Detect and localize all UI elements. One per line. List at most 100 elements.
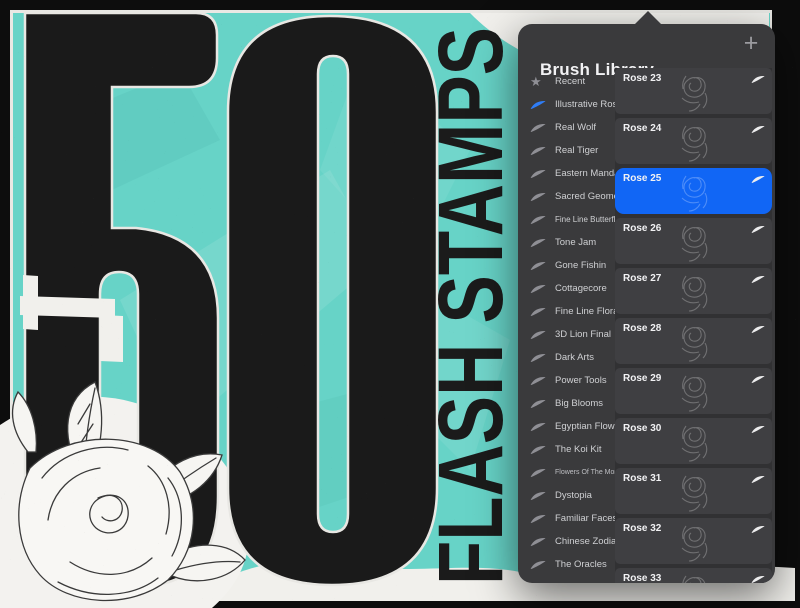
brush-stroke-icon <box>751 525 765 534</box>
brush-stroke-icon <box>530 491 546 501</box>
brush-set-label: Real Tiger <box>555 145 598 156</box>
brush-label: Rose 30 <box>623 423 661 434</box>
brush-label: Rose 32 <box>623 523 661 534</box>
brush-stroke-icon <box>530 169 546 179</box>
brush-item-rose-27[interactable]: Rose 27 <box>615 268 772 314</box>
brush-stroke-icon <box>751 475 765 484</box>
brush-stroke-icon <box>530 560 546 570</box>
brush-set-label: Big Blooms <box>555 398 603 409</box>
brush-stroke-icon <box>530 330 546 340</box>
brush-stroke-icon <box>751 225 765 234</box>
brush-stroke-icon <box>530 146 546 156</box>
brush-label: Rose 31 <box>623 473 661 484</box>
brush-label: Rose 27 <box>623 273 661 284</box>
brush-stroke-icon <box>751 575 765 583</box>
brush-set-label: The Oracles <box>555 559 607 570</box>
brush-set-item-fine-line-butterflies[interactable]: Fine Line Butterflies <box>518 208 616 231</box>
brush-stroke-icon <box>530 307 546 317</box>
brush-item-rose-24[interactable]: Rose 24 <box>615 118 772 164</box>
rose-thumbnail <box>671 569 717 583</box>
brush-set-item-illustrative-roses[interactable]: Illustrative Roses <box>518 93 616 116</box>
brush-set-label: The Koi Kit <box>555 444 601 455</box>
brush-item-rose-25[interactable]: Rose 25 <box>615 168 772 214</box>
brush-item-rose-33[interactable]: Rose 33 <box>615 568 772 583</box>
brush-set-label: Gone Fishin <box>555 260 606 271</box>
brush-set-label: Tone Jam <box>555 237 596 248</box>
brush-stroke-icon <box>751 275 765 284</box>
rose-thumbnail <box>671 69 717 113</box>
brush-set-item-eastern-mandalas[interactable]: Eastern Mandalas <box>518 162 616 185</box>
brush-item-rose-30[interactable]: Rose 30 <box>615 418 772 464</box>
brush-set-label: Familiar Faces <box>555 513 617 524</box>
brush-set-item-the-koi-kit[interactable]: The Koi Kit <box>518 438 616 461</box>
brush-set-item-dark-arts[interactable]: Dark Arts <box>518 346 616 369</box>
brush-stroke-icon <box>530 583 546 584</box>
brush-set-item-3d-lion-final[interactable]: 3D Lion Final <box>518 323 616 346</box>
brush-set-list: ★RecentIllustrative Roses Real Wolf Real T… <box>518 70 616 583</box>
brush-stroke-icon <box>530 422 546 432</box>
brush-set-label: 3D Lion Final <box>555 329 611 340</box>
brush-stroke-icon <box>530 215 546 225</box>
add-brush-button[interactable]: + <box>738 31 764 57</box>
brush-label: Rose 29 <box>623 373 661 384</box>
rose-thumbnail <box>671 369 717 413</box>
brush-set-item-the-oracles[interactable]: The Oracles <box>518 553 616 576</box>
brush-set-item-big-blooms[interactable]: Big Blooms <box>518 392 616 415</box>
brush-stroke-icon <box>530 238 546 248</box>
brush-item-rose-23[interactable]: Rose 23 <box>615 68 772 114</box>
brush-stroke-icon <box>751 125 765 134</box>
rose-thumbnail <box>671 119 717 163</box>
brush-set-item-real-wolf[interactable]: Real Wolf <box>518 116 616 139</box>
brush-set-item-tone-jam[interactable]: Tone Jam <box>518 231 616 254</box>
brush-stroke-icon <box>530 376 546 386</box>
brush-label: Rose 24 <box>623 123 661 134</box>
brush-set-item-sacred-geometry[interactable]: Sacred Geometry <box>518 185 616 208</box>
brush-stroke-icon <box>530 192 546 202</box>
brush-stroke-icon <box>530 468 546 478</box>
brush-stroke-icon <box>530 537 546 547</box>
brush-stroke-icon <box>751 75 765 84</box>
rose-thumbnail <box>671 169 717 213</box>
brush-set-label: Dark Arts <box>555 352 594 363</box>
brush-label: Rose 23 <box>623 73 661 84</box>
brush-set-label: Recent <box>555 76 585 87</box>
brush-label: Rose 33 <box>623 573 661 583</box>
brush-stroke-icon <box>530 284 546 294</box>
brush-library-panel: Brush Library ★RecentIllustrative RosesR… <box>518 24 775 583</box>
brush-set-item-flowers-of-the-mont[interactable]: Flowers Of The Mont… <box>518 461 616 484</box>
brush-set-item-recent[interactable]: ★Recent <box>518 70 616 93</box>
brush-item-rose-29[interactable]: Rose 29 <box>615 368 772 414</box>
brush-label: Rose 28 <box>623 323 661 334</box>
brush-stroke-icon <box>530 399 546 409</box>
rose-thumbnail <box>671 469 717 513</box>
brush-set-item-chinese-zodiacs[interactable]: Chinese Zodiacs <box>518 530 616 553</box>
rose-thumbnail <box>671 219 717 263</box>
brush-stroke-icon <box>751 175 765 184</box>
brush-stroke-icon <box>530 100 546 110</box>
brush-set-label: Real Wolf <box>555 122 596 133</box>
brush-label: Rose 26 <box>623 223 661 234</box>
brush-set-item-egyptian-flowers[interactable]: Egyptian Flowers <box>518 415 616 438</box>
brush-item-rose-32[interactable]: Rose 32 <box>615 518 772 564</box>
brush-stroke-icon <box>530 353 546 363</box>
brush-set-item-partial[interactable] <box>518 576 616 583</box>
brush-set-item-gone-fishin[interactable]: Gone Fishin <box>518 254 616 277</box>
rose-thumbnail <box>671 269 717 313</box>
brush-set-item-real-tiger[interactable]: Real Tiger <box>518 139 616 162</box>
brush-set-label: Fine Line Floral <box>555 306 620 317</box>
brush-stroke-icon <box>751 425 765 434</box>
brush-set-item-power-tools[interactable]: Power Tools <box>518 369 616 392</box>
brush-stroke-icon <box>530 123 546 133</box>
brush-set-item-fine-line-floral[interactable]: Fine Line Floral <box>518 300 616 323</box>
brush-set-item-familiar-faces[interactable]: Familiar Faces <box>518 507 616 530</box>
brush-set-item-dystopia[interactable]: Dystopia <box>518 484 616 507</box>
rose-thumbnail <box>671 519 717 563</box>
brush-set-item-cottagecore[interactable]: Cottagecore <box>518 277 616 300</box>
brush-stroke-icon <box>530 514 546 524</box>
brush-item-rose-28[interactable]: Rose 28 <box>615 318 772 364</box>
brush-stroke-icon <box>530 445 546 455</box>
brush-stroke-icon <box>751 375 765 384</box>
brush-item-rose-31[interactable]: Rose 31 <box>615 468 772 514</box>
brush-item-rose-26[interactable]: Rose 26 <box>615 218 772 264</box>
popover-arrow <box>634 11 662 25</box>
